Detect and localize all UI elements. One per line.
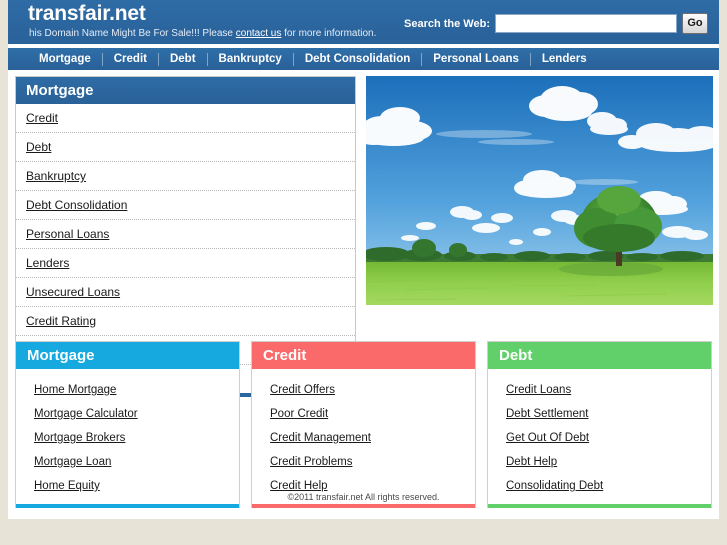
list-item: Mortgage Brokers bbox=[16, 425, 239, 449]
nav-item-mortgage[interactable]: Mortgage bbox=[28, 48, 102, 70]
content-container: transfair.net his Domain Name Might Be F… bbox=[8, 0, 719, 519]
tagline-suffix: for more information. bbox=[281, 28, 377, 39]
nav-item-lenders[interactable]: Lenders bbox=[531, 48, 598, 70]
sidebar-link-credit[interactable]: Credit bbox=[26, 111, 58, 125]
search-go-button[interactable]: Go bbox=[682, 13, 708, 34]
list-item: Credit Rating bbox=[16, 307, 355, 336]
list-item: Debt bbox=[16, 133, 355, 162]
list-item: Credit Loans bbox=[488, 377, 711, 401]
sidebar-link-personal-loans[interactable]: Personal Loans bbox=[26, 227, 109, 241]
link-debt-settlement[interactable]: Debt Settlement bbox=[506, 408, 588, 420]
category-box-title-mortgage: Mortgage bbox=[16, 342, 239, 369]
tagline-prefix: his Domain Name Might Be For Sale!!! Ple… bbox=[29, 28, 236, 39]
list-item: Credit Management bbox=[252, 425, 475, 449]
list-item: Credit Problems bbox=[252, 449, 475, 473]
site-header: transfair.net his Domain Name Might Be F… bbox=[8, 0, 719, 44]
list-item: Mortgage Loan bbox=[16, 449, 239, 473]
link-debt-help[interactable]: Debt Help bbox=[506, 456, 557, 468]
sidebar-link-credit-rating[interactable]: Credit Rating bbox=[26, 314, 96, 328]
nav-item-debt[interactable]: Debt bbox=[159, 48, 207, 70]
search-area: Search the Web: Go bbox=[404, 13, 708, 34]
sidebar-panel-title: Mortgage bbox=[16, 77, 355, 104]
category-list-debt: Credit Loans Debt Settlement Get Out Of … bbox=[488, 369, 711, 504]
contact-us-link[interactable]: contact us bbox=[236, 28, 282, 39]
nav-item-personal-loans[interactable]: Personal Loans bbox=[422, 48, 530, 70]
category-box-bottom-bar-credit bbox=[252, 504, 475, 508]
list-item: Credit Offers bbox=[252, 377, 475, 401]
list-item: Debt Help bbox=[488, 449, 711, 473]
list-item: Lenders bbox=[16, 249, 355, 278]
list-item: Credit bbox=[16, 104, 355, 133]
main-navigation: Mortgage Credit Debt Bankruptcy Debt Con… bbox=[8, 48, 719, 70]
sidebar-link-debt-consolidation[interactable]: Debt Consolidation bbox=[26, 198, 127, 212]
sidebar-link-unsecured-loans[interactable]: Unsecured Loans bbox=[26, 285, 120, 299]
list-item: Poor Credit bbox=[252, 401, 475, 425]
category-box-title-credit: Credit bbox=[252, 342, 475, 369]
sidebar-link-bankruptcy[interactable]: Bankruptcy bbox=[26, 169, 86, 183]
link-mortgage-brokers[interactable]: Mortgage Brokers bbox=[34, 432, 125, 444]
category-box-credit: Credit Credit Offers Poor Credit Credit … bbox=[251, 341, 476, 508]
list-item: Home Mortgage bbox=[16, 377, 239, 401]
link-poor-credit[interactable]: Poor Credit bbox=[270, 408, 328, 420]
link-consolidating-debt[interactable]: Consolidating Debt bbox=[506, 480, 603, 492]
category-box-title-debt: Debt bbox=[488, 342, 711, 369]
list-item: Unsecured Loans bbox=[16, 278, 355, 307]
link-credit-loans[interactable]: Credit Loans bbox=[506, 384, 571, 396]
hero-landscape-image bbox=[366, 76, 713, 305]
category-box-debt: Debt Credit Loans Debt Settlement Get Ou… bbox=[487, 341, 712, 508]
link-credit-help[interactable]: Credit Help bbox=[270, 480, 328, 492]
category-boxes: Mortgage Home Mortgage Mortgage Calculat… bbox=[15, 341, 712, 508]
list-item: Debt Settlement bbox=[488, 401, 711, 425]
link-credit-management[interactable]: Credit Management bbox=[270, 432, 371, 444]
sidebar-link-lenders[interactable]: Lenders bbox=[26, 256, 69, 270]
site-brand: transfair.net bbox=[28, 2, 146, 25]
list-item: Mortgage Calculator bbox=[16, 401, 239, 425]
category-box-mortgage: Mortgage Home Mortgage Mortgage Calculat… bbox=[15, 341, 240, 508]
sidebar-link-debt[interactable]: Debt bbox=[26, 140, 51, 154]
list-item: Debt Consolidation bbox=[16, 191, 355, 220]
nav-item-bankruptcy[interactable]: Bankruptcy bbox=[208, 48, 293, 70]
link-mortgage-loan[interactable]: Mortgage Loan bbox=[34, 456, 111, 468]
category-box-bottom-bar-mortgage bbox=[16, 504, 239, 508]
link-home-equity[interactable]: Home Equity bbox=[34, 480, 100, 492]
link-get-out-of-debt[interactable]: Get Out Of Debt bbox=[506, 432, 589, 444]
list-item: Get Out Of Debt bbox=[488, 425, 711, 449]
search-input[interactable] bbox=[495, 14, 677, 33]
list-item: Personal Loans bbox=[16, 220, 355, 249]
category-list-mortgage: Home Mortgage Mortgage Calculator Mortga… bbox=[16, 369, 239, 504]
nav-item-credit[interactable]: Credit bbox=[103, 48, 158, 70]
search-label: Search the Web: bbox=[404, 17, 490, 30]
link-credit-problems[interactable]: Credit Problems bbox=[270, 456, 352, 468]
footer-copyright: ©2011 transfair.net All rights reserved. bbox=[287, 492, 440, 502]
list-item: Bankruptcy bbox=[16, 162, 355, 191]
nav-item-debt-consolidation[interactable]: Debt Consolidation bbox=[294, 48, 421, 70]
site-tagline: his Domain Name Might Be For Sale!!! Ple… bbox=[29, 28, 376, 40]
category-list-credit: Credit Offers Poor Credit Credit Managem… bbox=[252, 369, 475, 504]
page-root: transfair.net his Domain Name Might Be F… bbox=[0, 0, 727, 545]
link-credit-offers[interactable]: Credit Offers bbox=[270, 384, 335, 396]
category-box-bottom-bar-debt bbox=[488, 504, 711, 508]
link-mortgage-calculator[interactable]: Mortgage Calculator bbox=[34, 408, 138, 420]
link-home-mortgage[interactable]: Home Mortgage bbox=[34, 384, 116, 396]
